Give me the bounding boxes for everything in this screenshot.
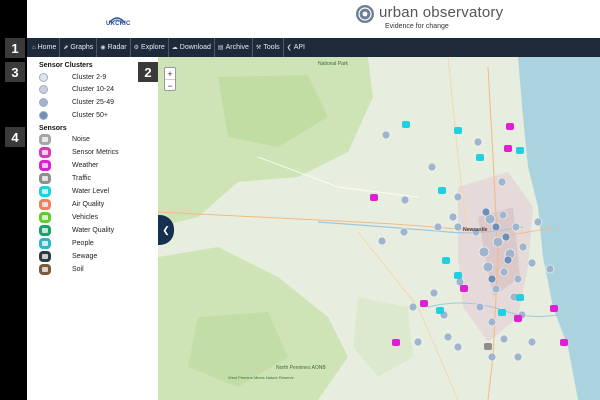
traffic-icon (39, 172, 51, 184)
people-icon (39, 237, 51, 249)
sensor-map[interactable]: National Park Newcastle North Pennines A… (158, 57, 600, 400)
nav-graphs[interactable]: ⬈ Graphs (60, 38, 98, 57)
map-label-newcastle: Newcastle (463, 227, 488, 233)
legend-label: Soil (72, 265, 84, 273)
app-frame: UKCRIC urban observatory Evidence for ch… (0, 0, 600, 400)
zoom-control: + − (164, 67, 176, 91)
water-level-icon (39, 185, 51, 197)
legend-label: Cluster 10-24 (72, 85, 115, 93)
sensors-heading: Sensors (39, 125, 67, 132)
legend-label: Cluster 2-9 (72, 73, 107, 81)
sensor-metrics-icon (39, 146, 51, 158)
map-label-park: National Park (318, 61, 349, 67)
legend-item-sensor: Soil (39, 263, 84, 275)
clusters-heading: Sensor Clusters (39, 62, 93, 69)
map-label-reserve: West Pennine Mines Nature Reserve (228, 375, 294, 380)
zoom-out-button[interactable]: − (165, 80, 175, 92)
main-navbar: ⌂ Home ⬈ Graphs ◉ Radar ⚙ Explore ☁ Download … (27, 38, 600, 57)
site-title: urban observatory (379, 4, 504, 21)
callout-3: 3 (5, 62, 25, 82)
legend-label: Water Level (72, 187, 110, 195)
vehicles-icon (39, 211, 51, 223)
map-tiles (158, 57, 600, 400)
legend-label: Vehicles (72, 213, 99, 221)
cluster-dot-icon (39, 72, 48, 82)
legend-item-cluster: Cluster 2-9 (39, 71, 106, 83)
home-icon: ⌂ (32, 44, 36, 51)
nav-download[interactable]: ☁ Download (169, 38, 215, 57)
zoom-in-button[interactable]: + (165, 68, 175, 80)
legend-label: Traffic (72, 174, 92, 182)
soil-icon (39, 263, 51, 275)
cluster-dot-icon (39, 97, 48, 107)
urban-observatory-logo-icon (356, 5, 374, 23)
legend-item-cluster: Cluster 50+ (39, 109, 108, 121)
cloud-download-icon: ☁ (171, 45, 178, 51)
chevron-left-icon: ❮ (162, 224, 170, 235)
legend-item-sensor: Water Level (39, 185, 109, 197)
nav-radar[interactable]: ◉ Radar (97, 38, 131, 57)
legend-label: Weather (72, 161, 99, 169)
legend-label: Noise (72, 135, 90, 143)
legend-label: Sensor Metrics (72, 148, 119, 156)
legend-item-sensor: People (39, 237, 94, 249)
tools-icon: ⚒ (255, 45, 262, 51)
nav-archive[interactable]: ▤ Archive (215, 38, 253, 57)
legend-item-cluster: Cluster 25-49 (39, 96, 114, 108)
explore-icon: ⚙ (133, 45, 140, 51)
cluster-dot-icon (39, 110, 48, 120)
legend-label: Air Quality (72, 200, 105, 208)
legend-item-sensor: Vehicles (39, 211, 98, 223)
header: UKCRIC urban observatory Evidence for ch… (27, 0, 600, 38)
legend-label: Water Quality (72, 226, 115, 234)
weather-icon (39, 159, 51, 171)
callout-2: 2 (138, 62, 158, 82)
legend-item-sensor: Weather (39, 159, 98, 171)
legend-label: Cluster 50+ (72, 111, 108, 119)
callout-1: 1 (5, 38, 25, 58)
legend-label: People (72, 239, 94, 247)
legend-item-sensor: Noise (39, 133, 90, 145)
legend-item-sensor: Sensor Metrics (39, 146, 119, 158)
nav-tools[interactable]: ⚒ Tools (253, 38, 284, 57)
legend-item-sensor: Air Quality (39, 198, 104, 210)
air-quality-icon (39, 198, 51, 210)
legend-label: Sewage (72, 252, 98, 260)
callout-4: 4 (5, 127, 25, 147)
legend-item-sensor: Water Quality (39, 224, 114, 236)
archive-icon: ▤ (217, 45, 224, 51)
nav-home[interactable]: ⌂ Home (29, 38, 61, 57)
radar-icon: ◉ (100, 45, 106, 51)
water-quality-icon (39, 224, 51, 236)
legend-item-cluster: Cluster 10-24 (39, 83, 114, 95)
nav-api[interactable]: ❮ API (284, 38, 308, 57)
map-label-pennines: North Pennines AONB (276, 365, 326, 371)
sewage-icon (39, 250, 51, 262)
graph-icon: ⬈ (63, 45, 69, 51)
legend-sidebar: Sensor Clusters Cluster 2-9 Cluster 10-2… (27, 57, 158, 400)
legend-label: Cluster 25-49 (72, 98, 115, 106)
site-subtitle: Evidence for change (385, 23, 449, 30)
nav-explore[interactable]: ⚙ Explore (131, 38, 169, 57)
cluster-dot-icon (39, 84, 48, 94)
legend-item-sensor: Traffic (39, 172, 91, 184)
legend-item-sensor: Sewage (39, 250, 97, 262)
noise-icon (39, 133, 51, 145)
share-icon: ❮ (286, 45, 292, 51)
ukcric-text: UKCRIC (106, 21, 131, 27)
